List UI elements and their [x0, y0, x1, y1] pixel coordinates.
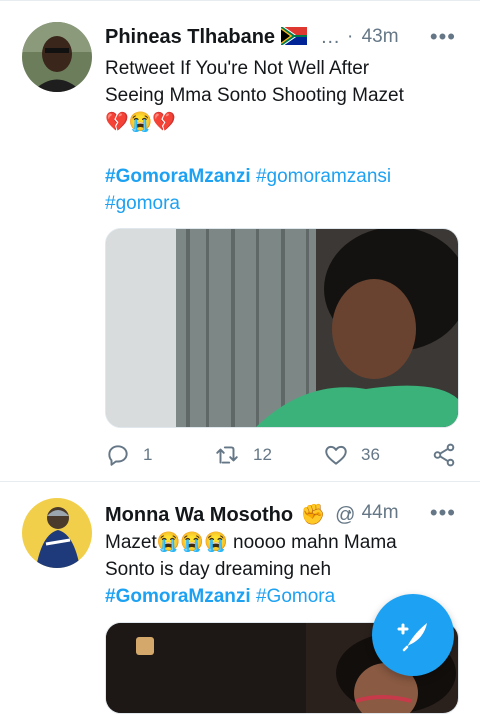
compose-tweet-button[interactable]	[372, 594, 454, 676]
hashtag-link[interactable]: #gomoramzansi	[256, 166, 391, 187]
more-options-icon[interactable]: •••	[430, 500, 456, 526]
hashtag-link[interactable]: #GomoraMzanzi	[105, 586, 251, 607]
tweet-media-image[interactable]	[105, 228, 459, 428]
tweet-actions: 1 12 36	[105, 440, 457, 470]
raised-fist-emoji: ✊	[300, 504, 326, 526]
crying-emojis: 😭😭😭	[156, 532, 228, 553]
avatar[interactable]	[22, 22, 92, 92]
compose-tweet-icon	[397, 623, 427, 652]
more-options-icon[interactable]: •••	[430, 24, 456, 50]
reply-icon	[108, 445, 128, 466]
avatar[interactable]	[22, 498, 92, 568]
emoji-line: 💔😭💔	[105, 112, 176, 133]
tweet-text: Retweet If You're Not Well After Seeing …	[105, 55, 455, 217]
tweet-time[interactable]: · 43m	[347, 26, 399, 48]
hashtag-link[interactable]: #Gomora	[256, 586, 335, 607]
share-icon	[433, 443, 455, 467]
tweet-time[interactable]: · 44m	[347, 502, 399, 524]
like-button[interactable]: 36	[323, 440, 380, 470]
share-button[interactable]	[431, 440, 457, 470]
tweet-1[interactable]: Phineas Tlhabane … · 43m ••• Retweet If …	[0, 0, 480, 480]
retweet-button[interactable]: 12	[213, 440, 272, 470]
retweet-icon	[216, 446, 238, 464]
author-name[interactable]: Monna Wa Mosotho ✊ @	[105, 502, 355, 527]
author-name[interactable]: Phineas Tlhabane …	[105, 25, 340, 51]
heart-icon	[325, 445, 347, 465]
hashtag-link[interactable]: #GomoraMzanzi	[105, 166, 251, 187]
south-africa-flag-icon	[279, 25, 307, 51]
reply-button[interactable]: 1	[105, 440, 152, 470]
hashtag-link[interactable]: #gomora	[105, 193, 180, 214]
